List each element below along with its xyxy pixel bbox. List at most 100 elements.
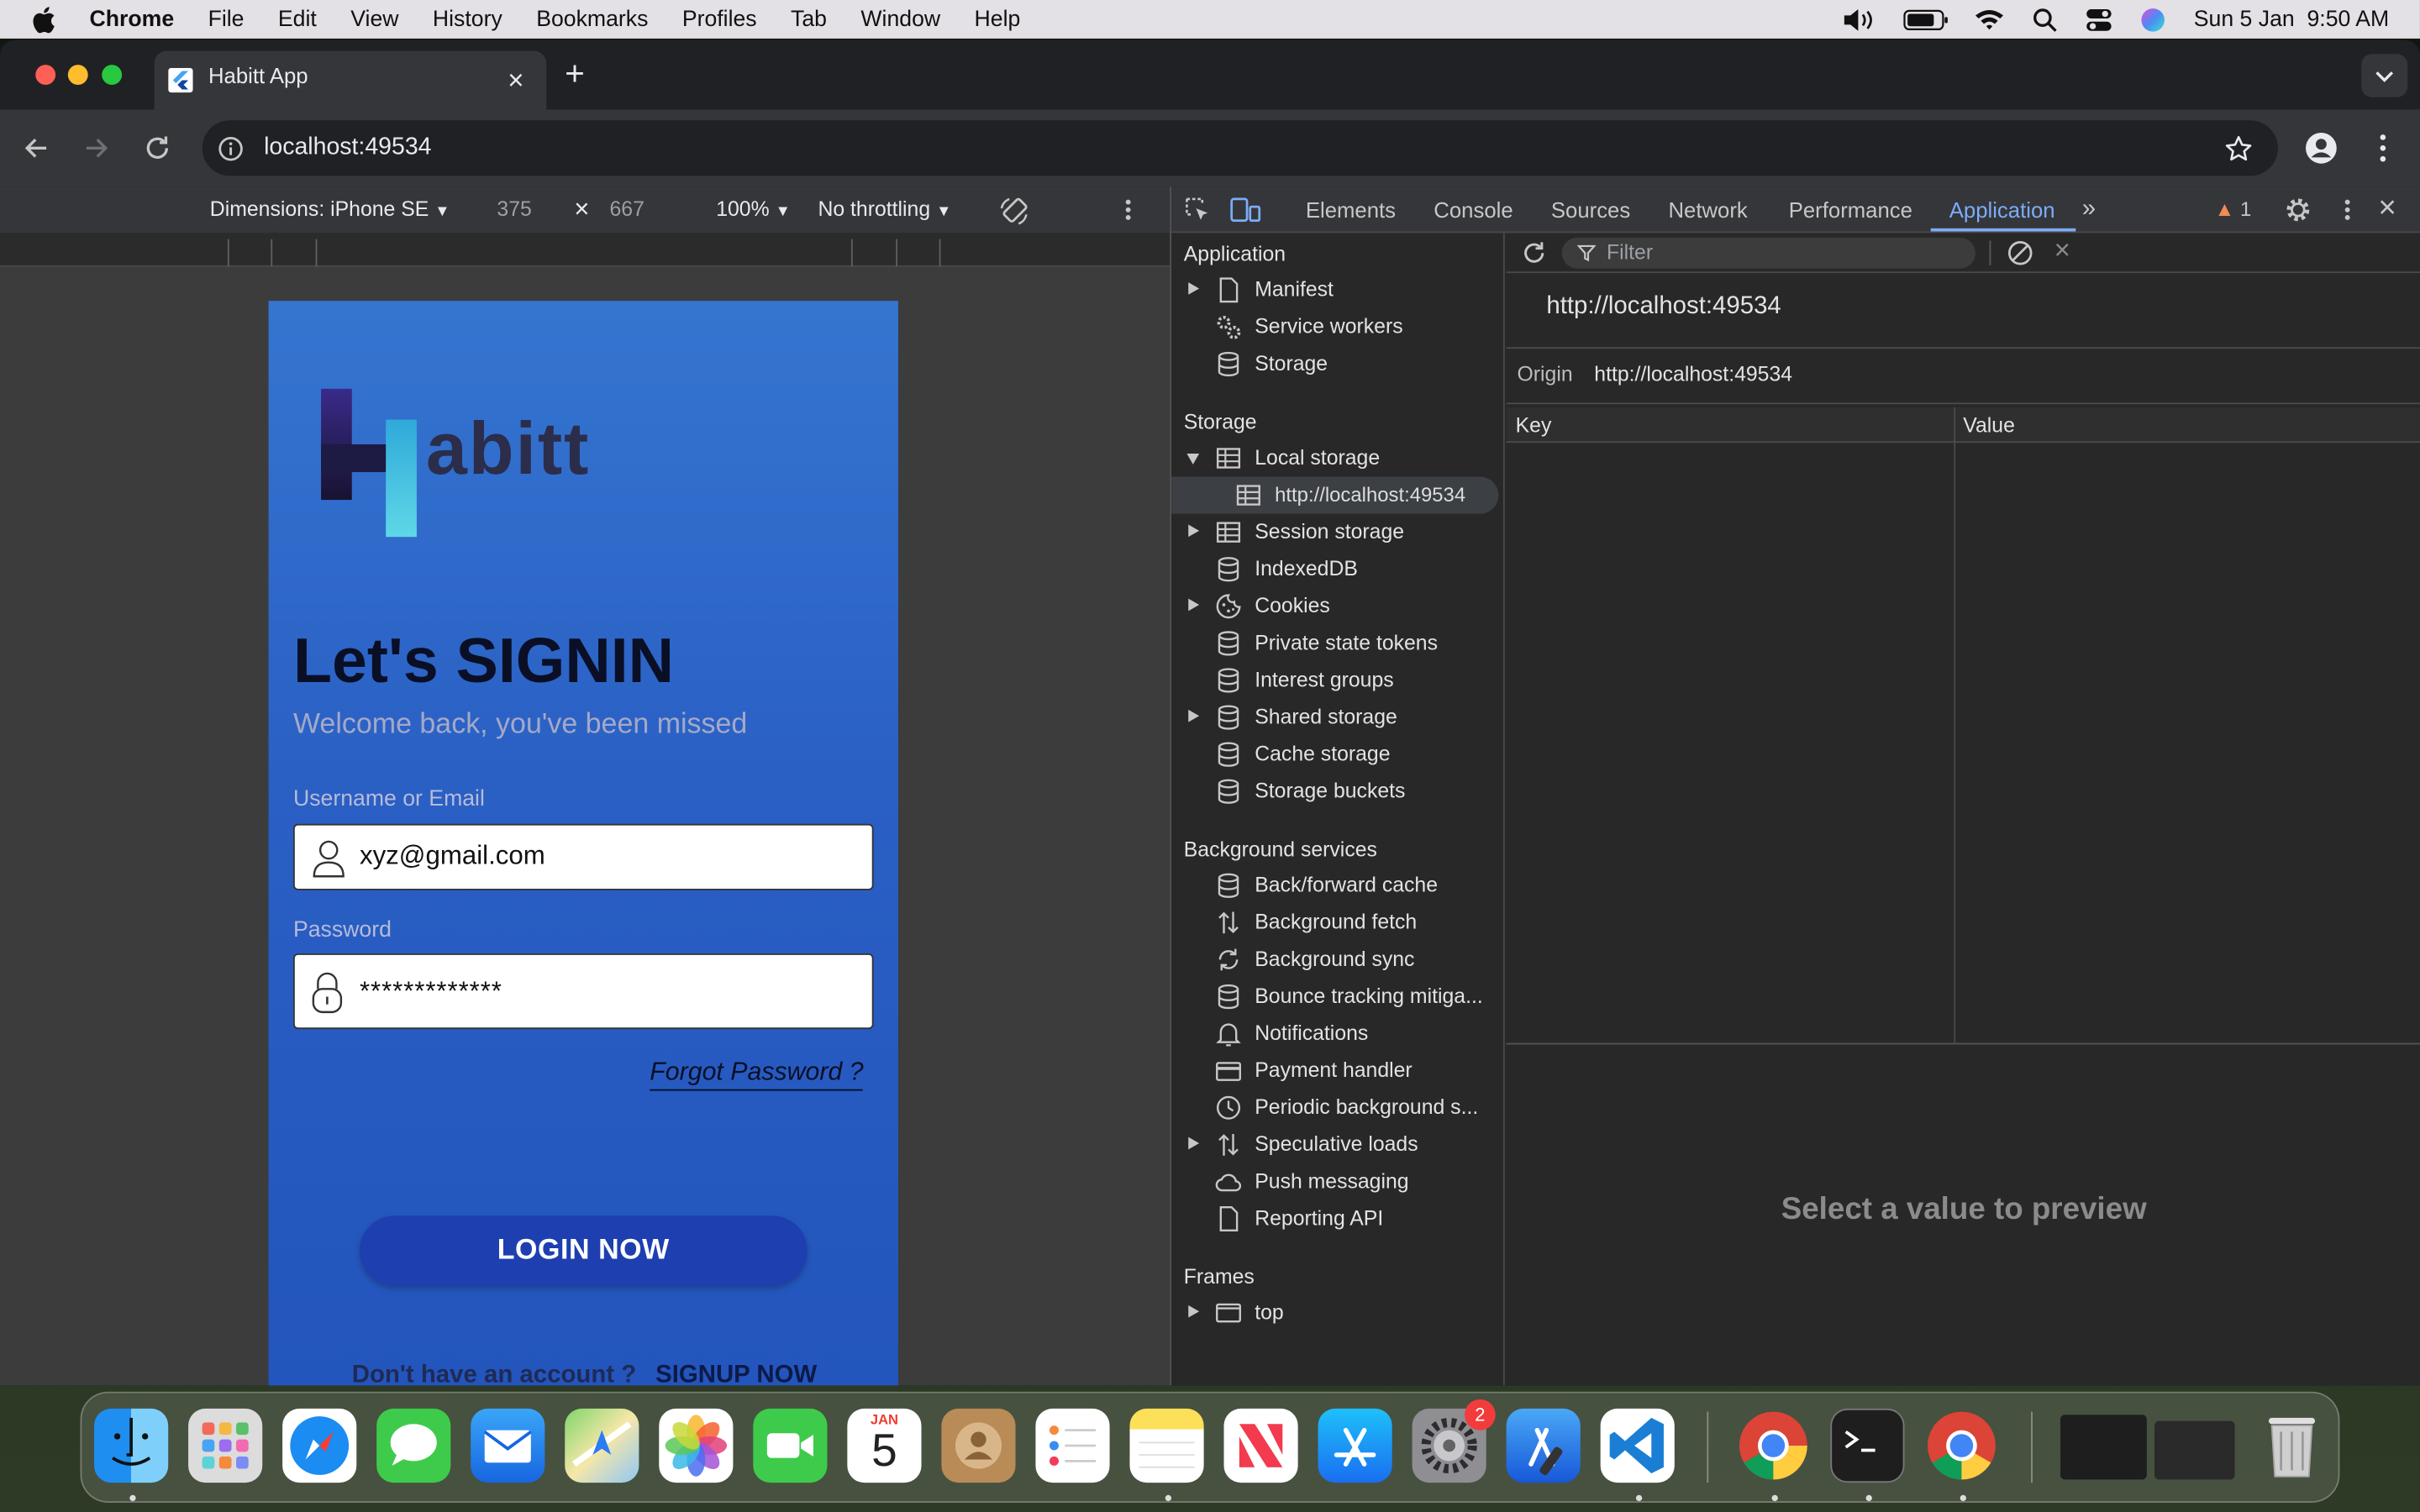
- finder-app-icon[interactable]: [94, 1408, 169, 1483]
- sidebar-item-cache-storage[interactable]: Cache storage: [1171, 736, 1505, 773]
- sidebar-item-periodic-background-sync[interactable]: Periodic background s...: [1171, 1089, 1505, 1126]
- clear-all-icon[interactable]: [2007, 239, 2034, 267]
- rotate-device-icon[interactable]: [997, 194, 1031, 228]
- tab-performance[interactable]: Performance: [1789, 197, 1912, 222]
- media-query-ruler[interactable]: [0, 233, 1171, 267]
- vscode-app-icon[interactable]: [1600, 1408, 1675, 1483]
- facetime-app-icon[interactable]: [753, 1408, 828, 1483]
- sidebar-item-push-messaging[interactable]: Push messaging: [1171, 1163, 1505, 1200]
- reminders-app-icon[interactable]: [1035, 1408, 1110, 1483]
- app-store-icon[interactable]: [1318, 1408, 1392, 1483]
- signup-link[interactable]: SIGNUP NOW: [655, 1362, 817, 1386]
- chrome-menu-icon[interactable]: [2374, 131, 2392, 165]
- collapse-arrow-icon[interactable]: [1186, 453, 1200, 465]
- device-more-options-icon[interactable]: [1122, 197, 1134, 222]
- menu-file[interactable]: File: [208, 7, 245, 31]
- control-center-icon[interactable]: [2086, 7, 2113, 31]
- system-settings-app-icon[interactable]: 2: [1412, 1399, 1496, 1483]
- tab-sources[interactable]: Sources: [1551, 197, 1630, 222]
- sidebar-item-shared-storage[interactable]: Shared storage: [1171, 699, 1505, 736]
- devtools-close-icon[interactable]: ×: [2378, 192, 2396, 227]
- close-window-button[interactable]: [35, 65, 56, 86]
- terminal-app-icon[interactable]: [1830, 1408, 1905, 1483]
- battery-icon[interactable]: [1903, 8, 1949, 30]
- sidebar-item-manifest[interactable]: Manifest: [1171, 271, 1505, 308]
- url-text[interactable]: localhost:49534: [264, 134, 431, 162]
- zoom-select[interactable]: 100% ▼: [716, 197, 791, 221]
- expand-arrow-icon[interactable]: [1188, 524, 1200, 538]
- notes-app-icon[interactable]: [1129, 1408, 1204, 1483]
- sidebar-item-interest-groups[interactable]: Interest groups: [1171, 662, 1505, 699]
- menu-tab[interactable]: Tab: [791, 7, 827, 31]
- profile-avatar-icon[interactable]: [2304, 131, 2338, 165]
- calendar-app-icon[interactable]: JAN 5: [847, 1408, 922, 1483]
- filter-input[interactable]: Filter: [1561, 237, 1975, 269]
- login-button[interactable]: LOGIN NOW: [359, 1215, 808, 1285]
- forgot-password-link[interactable]: Forgot Password ?: [650, 1058, 864, 1091]
- column-header-key[interactable]: Key: [1516, 413, 1552, 437]
- menubar-clock[interactable]: Sun 5 Jan 9:50 AM: [2194, 7, 2389, 31]
- sidebar-item-private-state-tokens[interactable]: Private state tokens: [1171, 625, 1505, 662]
- devtools-menu-icon[interactable]: [2341, 197, 2354, 222]
- recent-window-thumbnail-notes[interactable]: [2154, 1420, 2235, 1480]
- sidebar-item-storage[interactable]: Storage: [1171, 345, 1505, 382]
- recent-window-thumbnail-vscode[interactable]: [2060, 1415, 2147, 1480]
- warning-counter[interactable]: ▲ 1: [2215, 197, 2252, 221]
- device-width-input[interactable]: 375: [497, 197, 531, 221]
- sidebar-item-session-storage[interactable]: Session storage: [1171, 514, 1505, 551]
- sidebar-item-frame-top[interactable]: top: [1171, 1294, 1505, 1331]
- sidebar-item-background-sync[interactable]: Background sync: [1171, 941, 1505, 978]
- refresh-icon[interactable]: [1520, 239, 1548, 267]
- sidebar-item-bounce-tracking[interactable]: Bounce tracking mitiga...: [1171, 978, 1505, 1015]
- zoom-window-button[interactable]: [102, 65, 123, 86]
- expand-arrow-icon[interactable]: [1188, 1137, 1200, 1150]
- expand-arrow-icon[interactable]: [1188, 1305, 1200, 1318]
- delete-selected-icon[interactable]: ×: [2054, 234, 2070, 267]
- photos-app-icon[interactable]: [659, 1408, 734, 1483]
- mail-app-icon[interactable]: [471, 1408, 545, 1483]
- throttling-select[interactable]: No throttling ▼: [818, 197, 951, 221]
- menu-help[interactable]: Help: [975, 7, 1021, 31]
- new-tab-button[interactable]: +: [565, 54, 585, 94]
- menu-bookmarks[interactable]: Bookmarks: [536, 7, 648, 31]
- back-arrow-icon[interactable]: [22, 133, 53, 164]
- sidebar-item-payment-handler[interactable]: Payment handler: [1171, 1053, 1505, 1089]
- launchpad-app-icon[interactable]: [188, 1408, 263, 1483]
- password-field[interactable]: *************: [292, 953, 874, 1030]
- trash-icon[interactable]: [2254, 1409, 2328, 1483]
- menu-edit[interactable]: Edit: [278, 7, 317, 31]
- tab-console[interactable]: Console: [1434, 197, 1512, 222]
- sidebar-item-reporting-api[interactable]: Reporting API: [1171, 1200, 1505, 1237]
- siri-icon[interactable]: [2141, 7, 2165, 31]
- devtools-settings-gear-icon[interactable]: [2284, 196, 2312, 223]
- tab-network[interactable]: Network: [1668, 197, 1747, 222]
- inspect-element-icon[interactable]: [1184, 196, 1212, 223]
- maps-app-icon[interactable]: [565, 1408, 639, 1483]
- site-info-icon[interactable]: [218, 136, 244, 162]
- sidebar-item-back-forward-cache[interactable]: Back/forward cache: [1171, 867, 1505, 904]
- chrome-secondary-app-icon[interactable]: [1924, 1409, 1998, 1483]
- expand-arrow-icon[interactable]: [1188, 598, 1200, 612]
- sidebar-item-service-workers[interactable]: Service workers: [1171, 308, 1505, 345]
- sidebar-item-indexeddb[interactable]: IndexedDB: [1171, 551, 1505, 588]
- device-height-input[interactable]: 667: [609, 197, 644, 221]
- expand-arrow-icon[interactable]: [1188, 282, 1200, 295]
- tab-search-button[interactable]: [2361, 54, 2408, 97]
- menu-profiles[interactable]: Profiles: [682, 7, 757, 31]
- spotlight-search-icon[interactable]: [2033, 7, 2058, 31]
- volume-icon[interactable]: [1842, 7, 1876, 31]
- sidebar-item-local-storage-origin[interactable]: http://localhost:49534: [1171, 476, 1499, 514]
- reload-icon[interactable]: [142, 133, 173, 164]
- device-toggle-icon[interactable]: [1230, 196, 1261, 223]
- xcode-app-icon[interactable]: [1506, 1408, 1581, 1483]
- news-app-icon[interactable]: [1223, 1408, 1298, 1483]
- tab-elements[interactable]: Elements: [1306, 197, 1396, 222]
- more-tabs-icon[interactable]: »: [2082, 196, 2096, 223]
- wifi-icon[interactable]: [1975, 8, 2006, 31]
- sidebar-item-notifications[interactable]: Notifications: [1171, 1016, 1505, 1053]
- username-field[interactable]: xyz@gmail.com: [292, 823, 874, 890]
- address-bar[interactable]: localhost:49534: [202, 120, 2278, 176]
- menu-view[interactable]: View: [350, 7, 398, 31]
- chrome-app-icon[interactable]: [1736, 1409, 1810, 1483]
- tab-close-icon[interactable]: ×: [508, 65, 523, 97]
